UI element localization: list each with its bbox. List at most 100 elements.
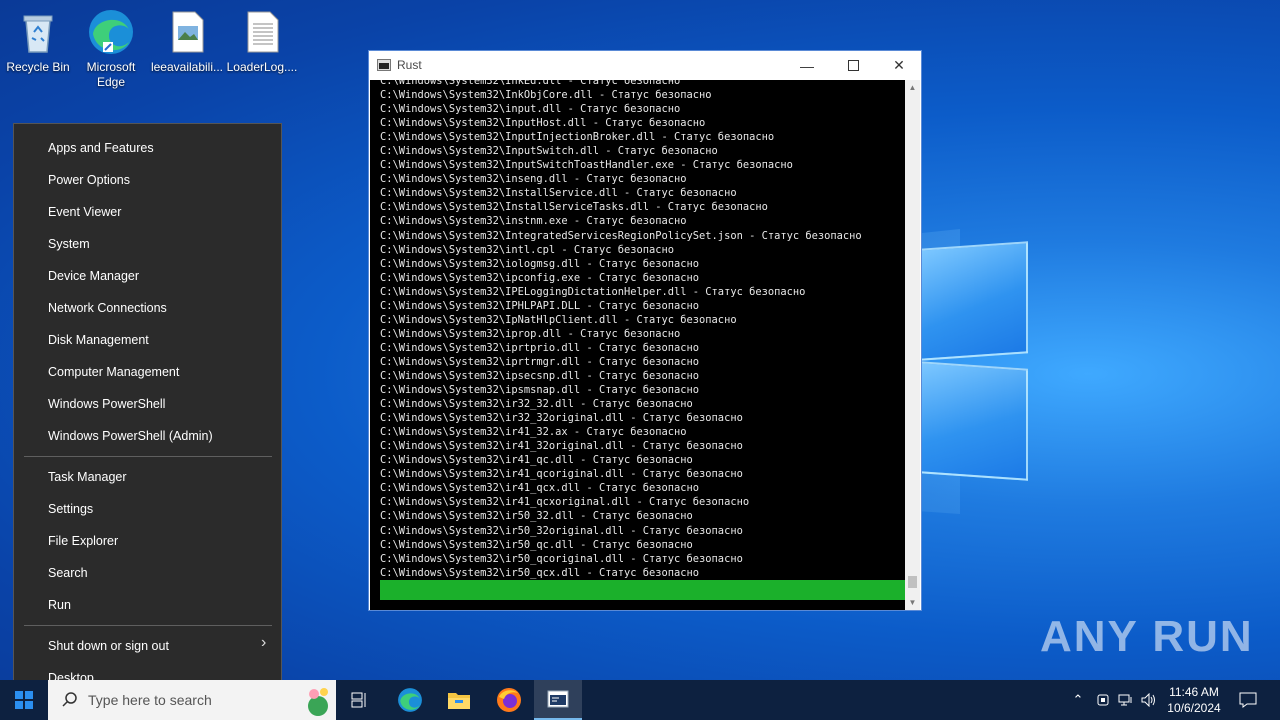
menu-item-windows-powershell[interactable]: Windows PowerShell	[48, 397, 165, 411]
chevron-right-icon: ›	[261, 634, 267, 651]
winx-context-menu: Apps and Features Power Options Event Vi…	[13, 123, 282, 701]
desktop-icon-label: leeavailabili...	[150, 60, 224, 74]
menu-separator	[24, 625, 272, 626]
desktop-icon-loaderlog[interactable]: LoaderLog....	[224, 8, 300, 75]
console-line: C:\Windows\System32\ir41_qcx.dll - Стату…	[380, 482, 700, 495]
console-line: C:\Windows\System32\ir41_qc.dll - Статус…	[380, 454, 693, 467]
console-line: C:\Windows\System32\InkEd.dll - Статус б…	[380, 80, 681, 87]
console-line: C:\Windows\System32\InstallService.dll -…	[380, 187, 737, 200]
taskbar-firefox[interactable]	[485, 680, 533, 720]
anyrun-watermark: ANY RUN	[1040, 612, 1254, 661]
menu-item-power-options[interactable]: Power Options	[48, 173, 130, 187]
maximize-icon	[847, 60, 859, 71]
image-file-icon	[163, 8, 211, 56]
close-icon: ✕	[893, 57, 905, 73]
close-button[interactable]: ✕	[876, 51, 922, 80]
desktop-icon-label: Recycle Bin	[6, 60, 70, 74]
console-line: C:\Windows\System32\IPHLPAPI.DLL - Стату…	[380, 299, 700, 312]
scroll-thumb[interactable]	[908, 576, 917, 588]
console-line: C:\Windows\System32\iprtrmgr.dll - Стату…	[380, 355, 700, 368]
firefox-icon	[497, 688, 521, 712]
console-line: C:\Windows\System32\InstallServiceTasks.…	[380, 201, 768, 214]
menu-item-device-manager[interactable]: Device Manager	[48, 269, 139, 283]
vertical-scrollbar[interactable]: ▲ ▼	[905, 80, 920, 610]
console-line: C:\Windows\System32\iprop.dll - Статус б…	[380, 327, 681, 340]
menu-item-run[interactable]: Run	[48, 598, 71, 612]
windows-logo-icon	[15, 691, 33, 709]
chevron-up-icon: ⌃	[1072, 692, 1084, 707]
taskbar-search-box[interactable]: Type here to search	[48, 680, 336, 720]
console-line: C:\Windows\System32\ir41_32original.dll …	[380, 440, 743, 453]
menu-item-windows-powershell-admin[interactable]: Windows PowerShell (Admin)	[48, 429, 213, 443]
console-line: C:\Windows\System32\ipconfig.exe - Стату…	[380, 271, 700, 284]
menu-separator	[24, 456, 272, 457]
console-line-list: C:\Windows\System32\InkEd.dll - Статус б…	[380, 80, 862, 580]
shield-icon	[1097, 694, 1109, 706]
console-line: C:\Windows\System32\iologmsg.dll - Стату…	[380, 257, 700, 270]
taskbar-edge[interactable]	[386, 680, 434, 720]
minimize-button[interactable]: —	[784, 51, 830, 80]
tray-security[interactable]	[1092, 680, 1114, 720]
taskbar-console-active[interactable]	[534, 680, 582, 720]
console-output[interactable]: C:\Windows\System32\InkEd.dll - Статус б…	[370, 80, 906, 610]
taskbar-clock[interactable]: 11:46 AM 10/6/2024	[1160, 684, 1228, 716]
edge-icon	[87, 8, 135, 56]
edge-icon	[398, 688, 422, 712]
console-line: C:\Windows\System32\InputSwitchToastHand…	[380, 159, 793, 172]
console-line: C:\Windows\System32\ir41_qcxoriginal.dll…	[380, 496, 750, 509]
search-placeholder: Type here to search	[88, 692, 212, 708]
console-line: C:\Windows\System32\ipsmsnap.dll - Стату…	[380, 384, 700, 397]
menu-item-system[interactable]: System	[48, 237, 90, 251]
desktop-icon-label: LoaderLog....	[226, 60, 298, 74]
search-highlight-icon	[308, 688, 328, 716]
menu-item-disk-management[interactable]: Disk Management	[48, 333, 149, 347]
console-line: C:\Windows\System32\iprtprio.dll - Стату…	[380, 341, 700, 354]
menu-item-file-explorer[interactable]: File Explorer	[48, 534, 118, 548]
console-window[interactable]: Rust — ✕ C:\Windows\System32\InkEd.dll -…	[368, 50, 922, 611]
minimize-icon: —	[800, 57, 814, 74]
console-line: C:\Windows\System32\ir41_qcoriginal.dll …	[380, 468, 743, 481]
console-line: C:\Windows\System32\ir50_qcoriginal.dll …	[380, 552, 743, 565]
console-line: C:\Windows\System32\ir41_32.ax - Статус …	[380, 426, 687, 439]
menu-item-apps-and-features[interactable]: Apps and Features	[48, 141, 154, 155]
scroll-down-icon[interactable]: ▼	[905, 595, 920, 610]
taskbar: Type here to search ⌃ 11:46 AM 10/6/2024	[0, 680, 1280, 720]
taskbar-file-explorer[interactable]	[435, 680, 483, 720]
task-view-button[interactable]	[336, 680, 384, 720]
desktop-icon-recycle-bin[interactable]: Recycle Bin	[0, 8, 76, 75]
console-line: C:\Windows\System32\InkObjCore.dll - Ста…	[380, 89, 712, 102]
scroll-up-icon[interactable]: ▲	[905, 80, 920, 95]
speaker-icon	[1141, 693, 1155, 707]
console-line: C:\Windows\System32\ir50_32original.dll …	[380, 524, 743, 537]
menu-item-computer-management[interactable]: Computer Management	[48, 365, 179, 379]
console-line: C:\Windows\System32\IPELoggingDictationH…	[380, 285, 806, 298]
menu-item-network-connections[interactable]: Network Connections	[48, 301, 167, 315]
console-line: C:\Windows\System32\input.dll - Статус б…	[380, 103, 681, 116]
console-line: C:\Windows\System32\ir32_32.dll - Статус…	[380, 398, 693, 411]
console-line: C:\Windows\System32\intl.cpl - Статус бе…	[380, 243, 675, 256]
start-button[interactable]	[0, 680, 48, 720]
console-line: C:\Windows\System32\InputSwitch.dll - Ст…	[380, 145, 718, 158]
progress-bar	[380, 580, 906, 600]
wallpaper-logo-pane	[920, 361, 1028, 481]
console-line: C:\Windows\System32\instnm.exe - Статус …	[380, 215, 687, 228]
tray-overflow-button[interactable]: ⌃	[1066, 680, 1090, 720]
console-line: C:\Windows\System32\ir50_qc.dll - Статус…	[380, 538, 693, 551]
desktop-icon-edge[interactable]: Microsoft Edge	[73, 8, 149, 90]
console-line: C:\Windows\System32\InputInjectionBroker…	[380, 131, 775, 144]
folder-icon	[448, 693, 470, 709]
maximize-button[interactable]	[830, 51, 876, 80]
menu-item-search[interactable]: Search	[48, 566, 88, 580]
recycle-bin-icon	[14, 8, 62, 56]
menu-item-shut-down-or-sign-out[interactable]: Shut down or sign out	[48, 639, 169, 653]
console-line: C:\Windows\System32\IpNatHlpClient.dll -…	[380, 313, 737, 326]
menu-item-task-manager[interactable]: Task Manager	[48, 470, 127, 484]
menu-item-event-viewer[interactable]: Event Viewer	[48, 205, 121, 219]
tray-volume[interactable]	[1138, 680, 1160, 720]
window-titlebar[interactable]: Rust — ✕	[369, 51, 921, 80]
tray-network[interactable]	[1115, 680, 1137, 720]
menu-item-settings[interactable]: Settings	[48, 502, 93, 516]
desktop-icon-leeavailability[interactable]: leeavailabili...	[149, 8, 225, 75]
search-icon	[62, 692, 77, 707]
action-center-button[interactable]	[1230, 680, 1266, 720]
